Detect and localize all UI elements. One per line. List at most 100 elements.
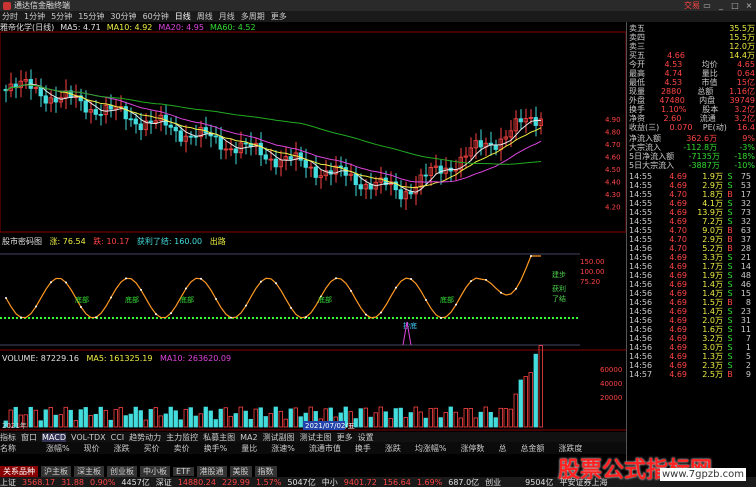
quote-row[interactable] xyxy=(0,454,626,466)
column-0[interactable]: 名称 xyxy=(0,443,16,454)
tick-volume: 5.2万 xyxy=(702,244,723,253)
column-12[interactable]: 均涨幅% xyxy=(415,443,447,454)
tick-row[interactable]: 14:56 4.69 2.3万 S 2 xyxy=(629,361,755,370)
maximize-icon[interactable]: □ xyxy=(728,1,742,10)
column-10[interactable]: 换手 xyxy=(355,443,371,454)
bottom-tab-5[interactable]: 趋势动力 xyxy=(129,432,161,443)
column-8[interactable]: 涨速% xyxy=(271,443,295,454)
bottom-tab-1[interactable]: 窗口 xyxy=(21,432,37,443)
tick-row[interactable]: 14:55 4.69 7.2万 S 32 xyxy=(629,217,755,226)
group-tab-5[interactable]: ETF xyxy=(173,467,194,476)
volume-bar xyxy=(248,418,253,428)
candle-body xyxy=(178,130,183,142)
tick-volume: 1.4万 xyxy=(702,280,723,289)
column-5[interactable]: 卖价 xyxy=(174,443,190,454)
tick-row[interactable]: 14:56 4.69 3.3万 S 21 xyxy=(629,253,755,262)
quote-panel: 卖五 35.5万 卖四 15.5万 卖三 12.0万 买五 4.66 14.4万 今开 4.53 均价… xyxy=(626,22,756,462)
signal-marker: 底部 xyxy=(125,295,139,304)
restore-icon[interactable]: ▭ xyxy=(700,1,714,10)
osc-dot xyxy=(95,316,97,319)
volume-bar xyxy=(513,393,518,428)
volume-bar xyxy=(153,407,158,428)
group-tab-2[interactable]: 深主板 xyxy=(74,466,104,477)
group-tab-8[interactable]: 指数 xyxy=(254,466,277,477)
bottom-tab-6[interactable]: 主力监控 xyxy=(166,432,198,443)
column-13[interactable]: 涨停数 xyxy=(460,443,484,454)
kline-chart[interactable]: 4.90 4.80 4.70 4.60 4.50 4.40 4.30 4.20 150.00 10… xyxy=(0,0,626,432)
column-3[interactable]: 涨跌 xyxy=(114,443,130,454)
group-tab-4[interactable]: 中小板 xyxy=(140,466,170,477)
column-11[interactable]: 涨跌 xyxy=(385,443,401,454)
column-9[interactable]: 流通市值 xyxy=(309,443,341,454)
tick-row[interactable]: 14:55 4.69 4.1万 S 32 xyxy=(629,199,755,208)
tick-row[interactable]: 14:55 4.69 1.9万 S 75 xyxy=(629,172,755,181)
tick-row[interactable]: 14:56 4.69 3.2万 S 7 xyxy=(629,334,755,343)
tick-price: 4.69 xyxy=(669,262,687,271)
quote-row: 今开 4.53 均价 4.65 xyxy=(629,60,755,69)
group-tab-3[interactable]: 创业板 xyxy=(107,466,137,477)
trade-button[interactable]: 交易 xyxy=(684,0,700,11)
tick-row[interactable]: 14:55 4.70 2.9万 B 37 xyxy=(629,235,755,244)
candle-body xyxy=(478,140,483,148)
tick-row[interactable]: 14:56 4.69 1.6万 S 11 xyxy=(629,325,755,334)
tick-row[interactable]: 14:56 4.69 1.4万 S 15 xyxy=(629,289,755,298)
tick-price: 4.69 xyxy=(669,280,687,289)
osc-dot xyxy=(80,306,82,309)
tick-row[interactable]: 14:56 4.69 3.0万 S 1 xyxy=(629,343,755,352)
volume-bar xyxy=(28,406,33,428)
bottom-tab-7[interactable]: 私募主图 xyxy=(203,432,235,443)
column-7[interactable]: 量比 xyxy=(241,443,257,454)
group-tab-1[interactable]: 沪主板 xyxy=(41,466,71,477)
volume-bar xyxy=(33,409,38,428)
tick-side: S xyxy=(727,262,733,271)
quote-label: 外盘 xyxy=(629,96,645,105)
flow-pct: 9% xyxy=(742,134,755,143)
tick-row[interactable]: 14:55 4.70 9.0万 B 63 xyxy=(629,226,755,235)
volume-bar xyxy=(88,415,93,428)
column-4[interactable]: 买价 xyxy=(144,443,160,454)
bottom-tab-11[interactable]: 更多 xyxy=(337,432,353,443)
tick-row[interactable]: 14:55 4.70 1.8万 B 17 xyxy=(629,190,755,199)
tick-row[interactable]: 14:56 4.70 5.2万 B 28 xyxy=(629,244,755,253)
bottom-tab-3[interactable]: VOL-TDX xyxy=(71,433,106,442)
quote-row: 净资 2.60 流通 3.2亿 xyxy=(629,114,755,123)
indicator-name[interactable]: 股市密码图 xyxy=(2,237,42,246)
tick-side: B xyxy=(727,190,733,199)
minimize-icon[interactable]: _ xyxy=(714,1,728,10)
bottom-tab-4[interactable]: CCI xyxy=(111,433,125,442)
quote-value: 3.2亿 xyxy=(734,105,755,114)
candle-body xyxy=(53,97,58,103)
column-15[interactable]: 总金额 xyxy=(520,443,544,454)
volume-labels: VOLUME: 87229.16 MA5: 161325.19 MA10: 26… xyxy=(2,354,236,363)
tick-row[interactable]: 14:56 4.69 2.0万 S 31 xyxy=(629,316,755,325)
bottom-tab-10[interactable]: 测试主图 xyxy=(300,432,332,443)
tick-side: B xyxy=(727,244,733,253)
group-tab-6[interactable]: 港股通 xyxy=(196,466,227,477)
group-tab-0[interactable]: 关系品种 xyxy=(0,466,38,477)
tick-price: 4.69 xyxy=(669,199,687,208)
quote-row: 换手 1.10% 股本 3.2亿 xyxy=(629,105,755,114)
close-icon[interactable]: × xyxy=(742,1,756,10)
bottom-tab-9[interactable]: 测试副图 xyxy=(263,432,295,443)
column-14[interactable]: 总 xyxy=(498,443,506,454)
tick-row[interactable]: 14:56 4.69 1.7万 S 14 xyxy=(629,262,755,271)
column-1[interactable]: 涨幅% xyxy=(46,443,70,454)
bottom-tab-8[interactable]: MA2 xyxy=(240,433,257,442)
column-6[interactable]: 换手% xyxy=(204,443,228,454)
tick-row[interactable]: 14:56 4.69 1.3万 S 5 xyxy=(629,352,755,361)
tick-row[interactable]: 14:56 4.69 1.4万 S 46 xyxy=(629,280,755,289)
tick-row[interactable]: 14:56 4.69 1.4万 S 23 xyxy=(629,307,755,316)
tick-row[interactable]: 14:55 4.69 13.9万 S 73 xyxy=(629,208,755,217)
osc-dot xyxy=(350,289,352,292)
group-tab-7[interactable]: 美股 xyxy=(229,466,252,477)
tick-price: 4.69 xyxy=(669,343,687,352)
column-2[interactable]: 现价 xyxy=(84,443,100,454)
column-header: 名称 涨幅% 现价 涨跌 买价 卖价 换手% 量比 涨速% 流通市值 换手 涨跌 均涨幅% 涨停数 总 总金额… xyxy=(0,442,626,454)
bottom-tab-0[interactable]: 指标 xyxy=(0,432,16,443)
tick-row[interactable]: 14:56 4.69 1.5万 B 8 xyxy=(629,298,755,307)
tick-row[interactable]: 14:55 4.69 2.9万 S 53 xyxy=(629,181,755,190)
bottom-tab-12[interactable]: 设置 xyxy=(358,432,374,443)
tick-row[interactable]: 14:56 4.69 1.9万 S 48 xyxy=(629,271,755,280)
bottom-tab-2[interactable]: MACD xyxy=(42,432,66,442)
tick-row[interactable]: 14:57 4.69 2.5万 B 9 xyxy=(629,370,755,379)
